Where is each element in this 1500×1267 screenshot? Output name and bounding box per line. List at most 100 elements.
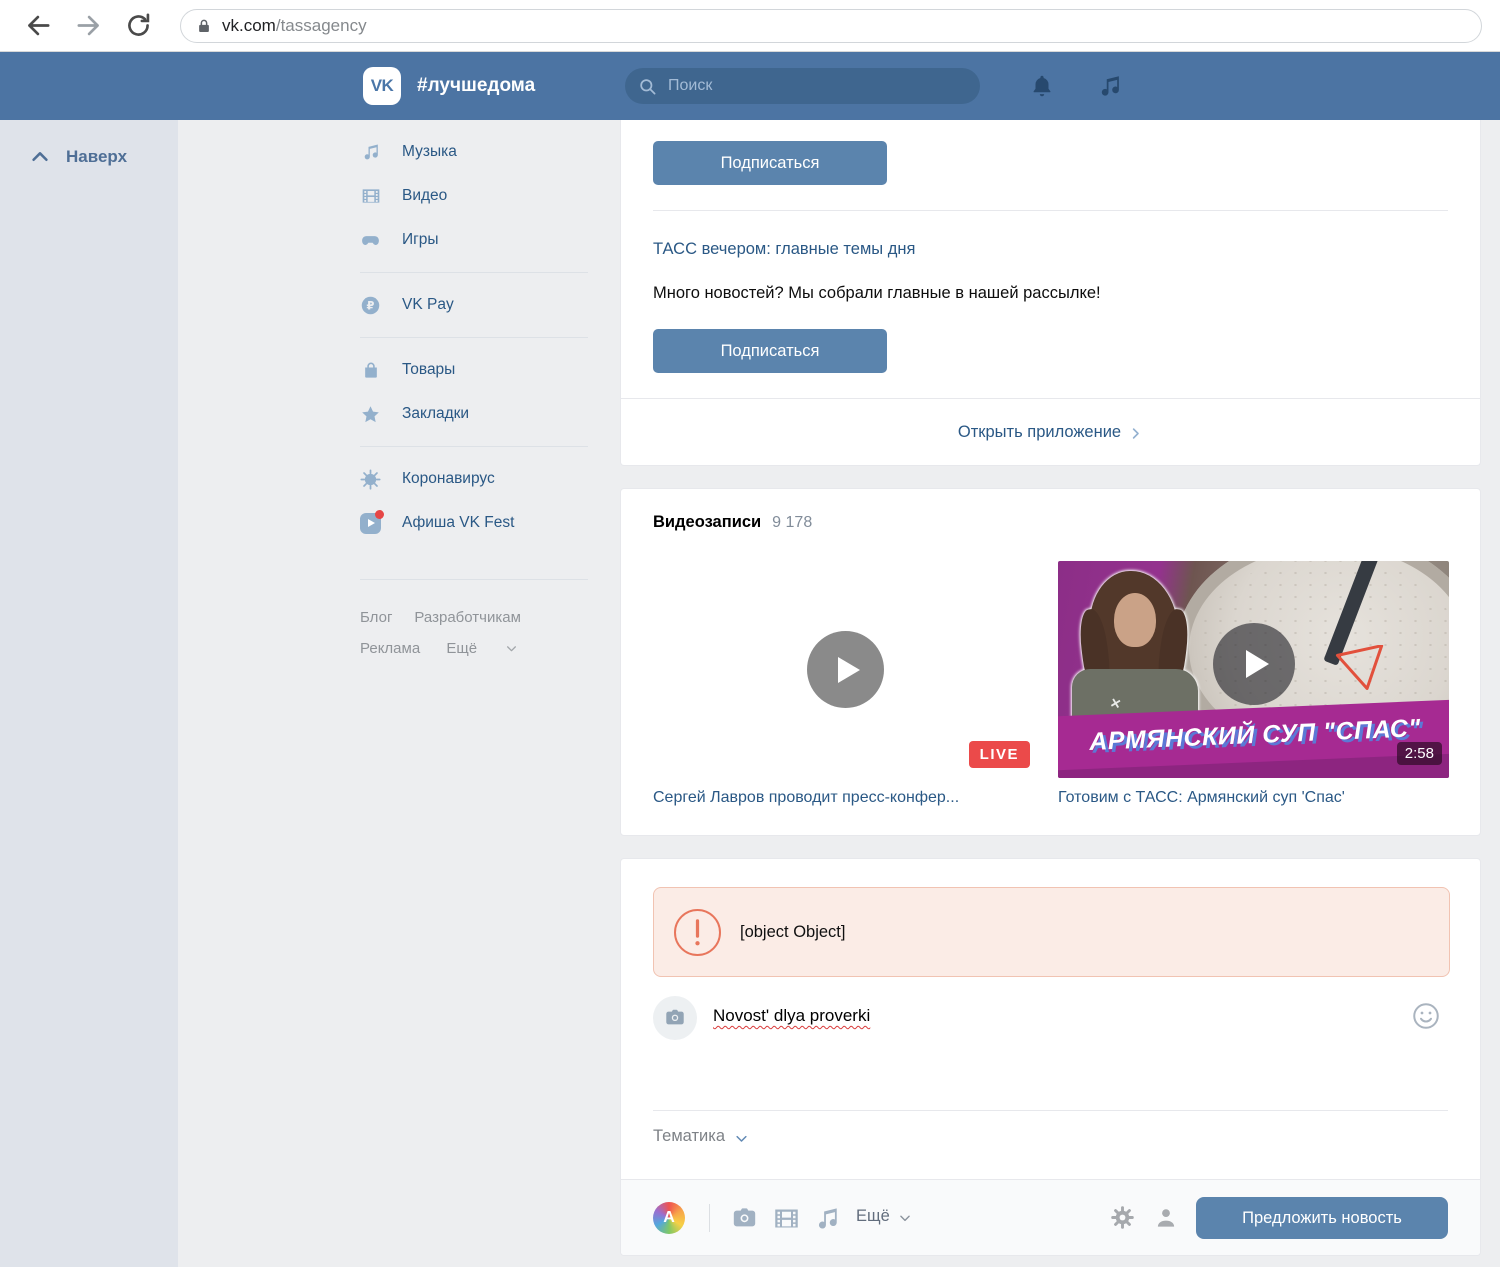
url-host: vk.com [222,16,276,35]
browser-chrome: vk.com/tassagency [0,0,1500,52]
chevron-down-icon [898,1211,912,1225]
star-icon [360,404,381,425]
search-input[interactable] [666,76,967,96]
red-triangle-doodle [1334,645,1388,693]
attach-video-icon[interactable] [773,1205,800,1232]
notification-dot [375,509,384,519]
toolbar-divider [709,1204,710,1232]
videos-section-title: Видеозаписи 9 178 [653,513,812,532]
url-text: vk.com/tassagency [222,16,367,36]
videos-count: 9 178 [772,514,813,531]
live-badge: LIVE [968,741,1030,768]
footer-link-blog[interactable]: Блог [360,602,392,633]
subscribe-button-top[interactable]: Подписаться [653,141,887,185]
videos-title-label: Видеозаписи [653,513,762,531]
music-note-icon[interactable] [1097,73,1123,99]
ruble-circle-icon: ₽ [360,295,381,316]
post-text-input[interactable]: Novost' dlya proverki [713,1006,870,1026]
topic-label: Тематика [653,1127,726,1145]
sidebar-item-label: VK Pay [402,296,454,313]
footer-link-developers[interactable]: Разработчикам [414,602,520,633]
open-app-label: Открыть приложение [957,422,1122,441]
browser-forward-icon[interactable] [74,11,103,40]
notifications-bell-icon[interactable] [1029,73,1055,99]
chevron-right-icon [1128,426,1143,441]
svg-text:₽: ₽ [367,298,375,312]
sidebar-item-label: Товары [402,361,456,378]
film-icon [360,186,381,207]
sticker-pack-icon[interactable]: A [653,1202,685,1234]
error-banner: [object Object] [653,887,1450,977]
play-badge-icon [360,509,384,534]
footer-link-more[interactable]: Ещё [446,633,540,664]
browser-back-icon[interactable] [24,11,53,40]
shopping-bag-icon [360,360,381,381]
sidebar-menu: Музыка Видео Игры ₽ VK Pay Товары Заклад… [360,130,588,664]
open-app-link[interactable]: Открыть приложение [621,398,1480,465]
address-bar[interactable]: vk.com/tassagency [180,9,1482,43]
chevron-up-icon [29,146,51,168]
virus-icon [360,468,381,490]
lock-icon [195,17,213,35]
suggest-post-button[interactable]: Предложить новость [1196,1197,1448,1239]
sidebar-item-label: Афиша VK Fest [402,514,515,531]
sidebar-divider [360,337,588,338]
chevron-down-icon [505,642,518,655]
digest-title-link[interactable]: ТАСС вечером: главные темы дня [653,240,915,259]
vk-logo-text: VK [370,76,394,95]
sidebar-item-label: Закладки [402,405,470,422]
sidebar-item-label: Музыка [402,143,457,160]
sidebar-item-goods[interactable]: Товары [360,348,588,392]
video-title-link[interactable]: Готовим с ТАСС: Армянский суп 'Спас' [1058,789,1449,807]
sidebar-item-vkpay[interactable]: ₽ VK Pay [360,283,588,327]
subscribe-button-bottom[interactable]: Подписаться [653,329,887,373]
sidebar-item-label: Игры [402,231,439,248]
footer-link-more-label: Ещё [446,640,478,657]
digest-description: Много новостей? Мы собрали главные в наш… [653,284,1101,302]
hashtag-link[interactable]: #лучшедома [417,52,535,120]
main-content: Подписаться ТАСС вечером: главные темы д… [620,120,1481,1256]
video-title-link[interactable]: Сергей Лавров проводит пресс-конфер... [653,789,1038,807]
sidebar-item-label: Коронавирус [402,470,495,487]
sidebar-item-coronavirus[interactable]: Коронавирус [360,457,588,501]
attach-photo-button[interactable] [653,996,697,1040]
sidebar-item-label: Видео [402,187,448,204]
play-button-icon[interactable] [1213,623,1295,705]
music-icon [360,142,381,163]
footer-link-ads[interactable]: Реклама [360,633,420,664]
video-thumbnail-soup[interactable]: ✕ АРМЯНСКИЙ СУП "СПАС" 2:58 [1058,561,1449,778]
sticker-pack-letter: A [663,1209,675,1226]
composer-toolbar: A Ещё Предложить новость [621,1179,1480,1255]
sidebar-item-afisha-vkfest[interactable]: Афиша VK Fest [360,501,588,545]
sidebar-item-bookmarks[interactable]: Закладки [360,392,588,436]
left-gutter: Наверх [0,120,178,1267]
search-box[interactable] [625,68,980,104]
back-to-top-button[interactable]: Наверх [29,146,127,168]
topic-dropdown[interactable]: Тематика [653,1127,749,1146]
video-thumbnail-live[interactable]: LIVE [653,561,1038,778]
browser-reload-icon[interactable] [124,11,153,40]
sidebar-item-games[interactable]: Игры [360,218,588,262]
settings-gear-icon[interactable] [1109,1204,1136,1231]
host-cutout-graphic [1064,571,1214,721]
vk-top-bar: VK #лучшедома [0,52,1500,120]
videos-card: Видеозаписи 9 178 LIVE ✕ АРМЯНСКИЙ СУП "С… [620,488,1481,836]
video-duration-badge: 2:58 [1396,742,1442,765]
search-icon [638,77,657,96]
attach-photo-icon[interactable] [731,1205,758,1232]
play-button-icon[interactable] [807,631,884,708]
attach-music-icon[interactable] [814,1205,841,1232]
sidebar-divider [360,446,588,447]
sidebar-item-video[interactable]: Видео [360,174,588,218]
post-as-user-icon[interactable] [1153,1205,1179,1231]
back-to-top-label: Наверх [66,147,128,166]
sidebar-item-music[interactable]: Музыка [360,130,588,174]
attach-more-label: Ещё [856,1207,890,1225]
sidebar-footer-links: Блог Разработчикам Реклама Ещё [360,602,588,664]
vk-logo[interactable]: VK [363,67,401,105]
card-divider [653,1110,1448,1111]
subscribe-card: Подписаться ТАСС вечером: главные темы д… [620,120,1481,466]
post-composer-card: [object Object] Novost' dlya proverki Те… [620,858,1481,1256]
attach-more-dropdown[interactable]: Ещё [856,1207,912,1226]
emoji-smiley-icon[interactable] [1411,1001,1441,1031]
